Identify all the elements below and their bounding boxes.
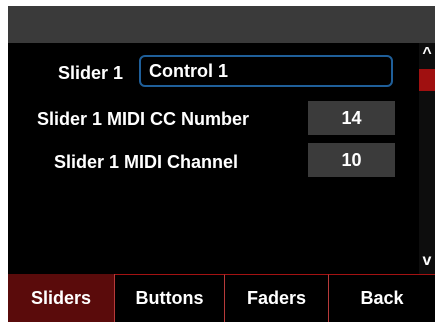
midi-channel-field[interactable]: 10 xyxy=(308,143,395,177)
scrollbar[interactable]: ^ v xyxy=(419,43,435,274)
midi-channel-label: Slider 1 MIDI Channel xyxy=(54,152,239,172)
tab-sliders[interactable]: Sliders xyxy=(8,274,115,322)
cc-number-field[interactable]: 14 xyxy=(308,101,395,135)
tab-back[interactable]: Back xyxy=(329,274,435,322)
top-bar xyxy=(8,6,435,43)
slider-name-input[interactable] xyxy=(139,55,393,87)
tab-faders[interactable]: Faders xyxy=(225,274,329,322)
settings-panel: Slider 1 Slider 1 MIDI CC Number 14 Slid… xyxy=(8,43,419,274)
scroll-up-icon[interactable]: ^ xyxy=(419,43,435,65)
tab-buttons[interactable]: Buttons xyxy=(115,274,225,322)
scroll-thumb[interactable] xyxy=(419,69,435,91)
scroll-down-icon[interactable]: v xyxy=(419,250,435,272)
slider-name-label: Slider 1 xyxy=(58,63,124,83)
device-screen: Slider 1 Slider 1 MIDI CC Number 14 Slid… xyxy=(8,6,435,322)
cc-number-label: Slider 1 MIDI CC Number xyxy=(37,109,250,129)
tab-bar: Sliders Buttons Faders Back xyxy=(8,274,435,322)
